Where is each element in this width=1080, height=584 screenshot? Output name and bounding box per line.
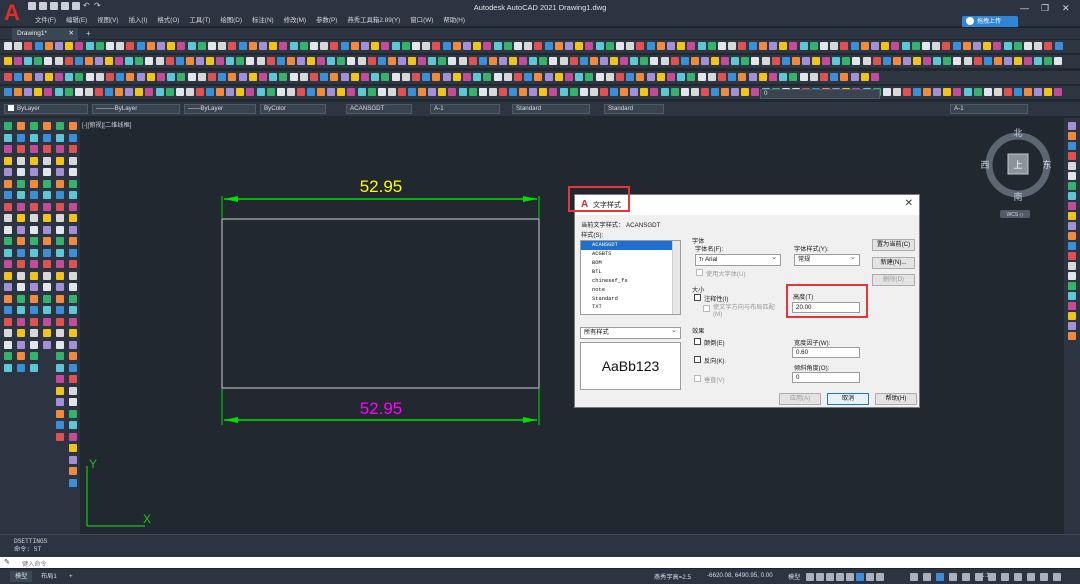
cancel-button[interactable]: 取消	[827, 393, 869, 405]
apply-button[interactable]: 应用(A)	[779, 393, 821, 405]
coordinates-readout: -6620.08, 6490.95, 0.00	[707, 572, 773, 579]
dialog-close-icon[interactable]: ✕	[905, 198, 913, 209]
status-toggle-icon[interactable]	[806, 573, 814, 581]
viewcube-face-label: 上	[1013, 160, 1022, 171]
status-toggle-icon[interactable]	[876, 573, 884, 581]
width-factor-input[interactable]: 0.60	[792, 347, 860, 358]
status-toggle-icon[interactable]	[1014, 573, 1022, 581]
text-height-readout: 燕秀字高=2.5	[654, 574, 691, 581]
tab-model[interactable]: 模型	[10, 571, 33, 582]
upside-down-label: 颠倒(E)	[704, 340, 725, 347]
big-font-checkbox[interactable]	[696, 269, 703, 276]
compass-south[interactable]: 南	[1013, 191, 1022, 203]
set-current-button[interactable]: 置为当前(C)	[872, 239, 915, 251]
dim-text-bottom[interactable]: 52.95	[360, 399, 403, 418]
text-style-dialog: A 文字样式 ✕ 当前文字样式： ACANSGDT 样式(S): ACANSGD…	[574, 194, 920, 408]
font-name-select[interactable]: Tr Arial	[695, 253, 781, 266]
command-input[interactable]: 键入命令	[22, 559, 47, 568]
compass-east[interactable]: 东	[1042, 159, 1051, 171]
current-style-caption: 当前文字样式：	[581, 222, 625, 229]
dim-text-top[interactable]: 52.95	[360, 177, 403, 196]
status-toggle-icon[interactable]	[846, 573, 854, 581]
style-item[interactable]: ACANSGDT	[581, 241, 680, 250]
compass-north[interactable]: 北	[1013, 128, 1022, 139]
size-group-label: 大小	[692, 287, 705, 294]
truetype-icon: Tr	[699, 257, 704, 263]
font-name-value: Arial	[704, 256, 718, 263]
ucs-y-label: Y	[89, 457, 97, 471]
current-style-label: 当前文字样式： ACANSGDT	[581, 220, 660, 229]
style-item[interactable]: BOM	[581, 259, 680, 268]
style-item[interactable]: ACGBTS	[581, 250, 680, 259]
style-item[interactable]: TXT	[581, 304, 680, 309]
match-orientation-label: 使文字方向与布局匹配(M)	[713, 304, 775, 318]
annotative-checkbox[interactable]	[694, 294, 701, 301]
command-history: DSETTINGS 命令: ST	[14, 538, 47, 554]
status-toggle-icon[interactable]	[866, 573, 874, 581]
style-item[interactable]: Standard	[581, 295, 680, 304]
add-layout-button[interactable]: +	[64, 571, 78, 582]
delete-style-button[interactable]: 删除(D)	[872, 274, 915, 286]
help-button[interactable]: 帮助(H)	[875, 393, 917, 405]
current-style-value: ACANSGDT	[626, 222, 661, 229]
status-toggle-icon[interactable]	[1001, 573, 1009, 581]
oblique-label: 倾斜角度(O):	[794, 365, 830, 372]
style-item[interactable]: note	[581, 286, 680, 295]
status-bar: 模型 布局1 + 燕秀字高=2.5 -6620.08, 6490.95, 0.0…	[0, 568, 1080, 584]
effects-group-label: 效果	[692, 328, 705, 335]
command-history-line: DSETTINGS	[14, 538, 48, 545]
height-highlight-box	[786, 284, 868, 318]
status-toggle-icon[interactable]	[826, 573, 834, 581]
font-style-select[interactable]: 常规	[794, 253, 860, 266]
annotative-label: 注释性(I)	[704, 296, 729, 303]
new-style-button[interactable]: 新建(N)...	[872, 257, 915, 269]
backwards-label: 反向(K)	[704, 358, 725, 365]
styles-listbox[interactable]: ACANSGDT ACGBTS BOM BTL chinesef_fs note…	[580, 240, 681, 315]
style-item[interactable]: BTL	[581, 268, 680, 277]
font-name-label: 字体名(F):	[695, 246, 724, 253]
backwards-checkbox[interactable]	[694, 356, 701, 363]
tab-layout1[interactable]: 布局1	[36, 571, 62, 582]
styles-label: 样式(S):	[581, 232, 604, 239]
dialog-title-highlight-box	[568, 186, 630, 212]
status-toggle-icon[interactable]	[1040, 573, 1048, 581]
status-toggle-icon[interactable]	[936, 573, 944, 581]
status-toggle-icon[interactable]	[816, 573, 824, 581]
status-toggle-icon[interactable]	[1027, 573, 1035, 581]
ucs-x-label: X	[143, 512, 151, 526]
status-toggle-icon[interactable]	[949, 573, 957, 581]
status-toggle-icon[interactable]	[836, 573, 844, 581]
dim-arrow-right-icon	[523, 196, 537, 202]
status-toggle-icon[interactable]	[962, 573, 970, 581]
upside-down-checkbox[interactable]	[694, 338, 701, 345]
status-toggle-icon[interactable]	[988, 573, 996, 581]
vertical-label: 垂直(V)	[704, 377, 725, 384]
compass-west[interactable]: 西	[980, 160, 989, 171]
dim-arrow-left-icon	[224, 196, 238, 202]
style-preview: AaBb123	[580, 342, 681, 390]
font-style-label: 字体样式(Y):	[794, 246, 829, 253]
status-toggle-icon[interactable]	[910, 573, 918, 581]
rectangle-shape[interactable]	[221, 218, 540, 389]
command-history-line: 命令: ST	[14, 546, 42, 553]
vertical-checkbox[interactable]	[694, 375, 701, 382]
command-tools-icon[interactable]: ✎	[4, 558, 10, 566]
status-toggle-icon[interactable]	[975, 573, 983, 581]
width-factor-label: 宽度因子(W):	[794, 340, 831, 347]
command-line: DSETTINGS 命令: ST ✎ 键入命令	[0, 534, 1080, 569]
status-toggle-icon[interactable]	[1053, 573, 1061, 581]
wcs-label: WCS ◇	[1007, 212, 1024, 218]
model-space-toggle[interactable]: 模型	[788, 572, 800, 581]
big-font-label: 使用大字体(U)	[706, 271, 746, 278]
match-orientation-checkbox[interactable]	[703, 305, 710, 312]
autocad-window: A ↶ ↷ Autodesk AutoCAD 2021 Drawing1.dwg…	[0, 0, 1080, 584]
dim-arrow-left-icon	[224, 417, 238, 423]
dim-arrow-right-icon	[523, 417, 537, 423]
style-item[interactable]: chinesef_fs	[581, 277, 680, 286]
status-toggle-icon[interactable]	[856, 573, 864, 581]
styles-scrollbar[interactable]	[672, 241, 680, 314]
oblique-input[interactable]: 0	[792, 372, 860, 383]
style-filter-select[interactable]: 所有样式	[580, 326, 681, 339]
status-toggle-icon[interactable]	[923, 573, 931, 581]
